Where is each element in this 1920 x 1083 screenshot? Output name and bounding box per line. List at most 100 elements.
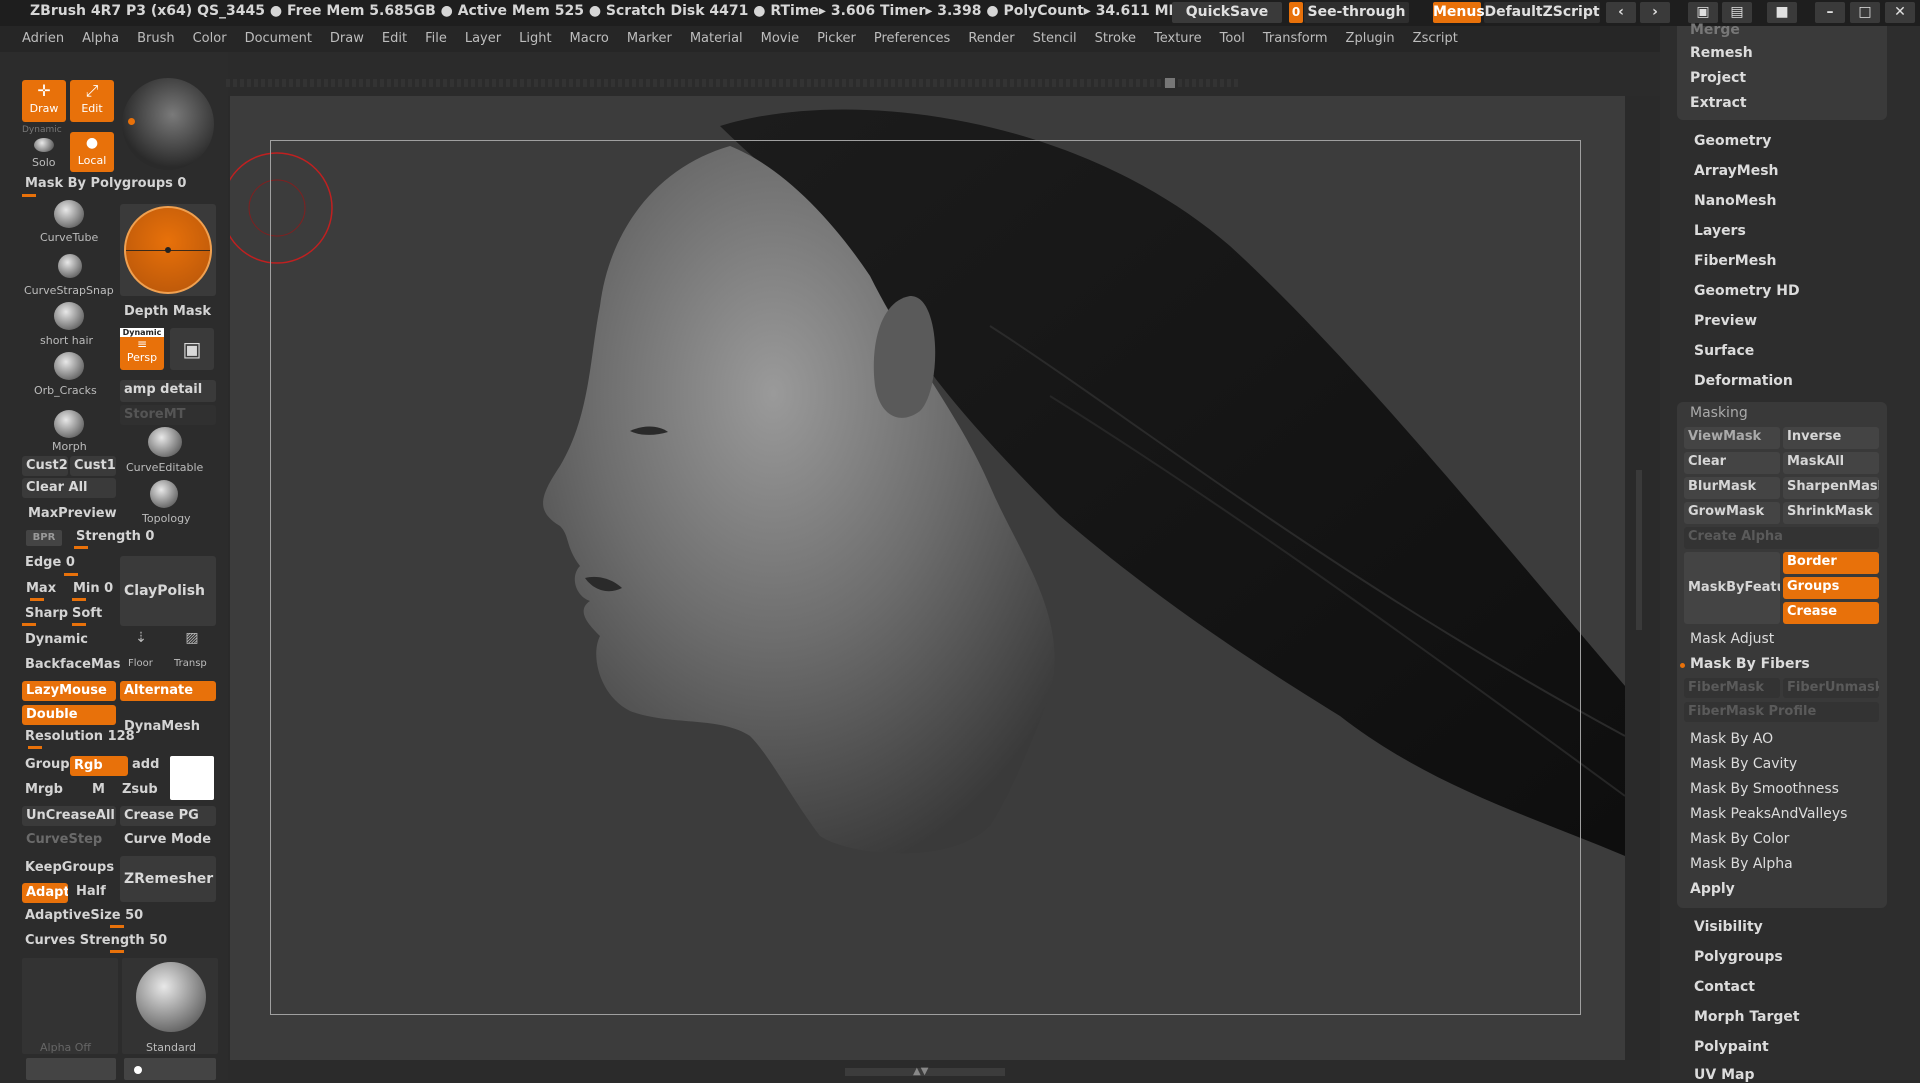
dynamic-button[interactable]: Dynamic [25,632,88,647]
extract-item[interactable]: Extract [1690,95,1747,111]
menu-tool[interactable]: Tool [1211,26,1254,52]
mask-adjust-item[interactable]: Mask Adjust [1690,631,1774,647]
cust1-button[interactable]: Cust1 [70,456,116,476]
dynamesh-button[interactable]: DynaMesh [124,719,200,734]
persp-button[interactable]: Dynamic ≡ Persp [120,328,164,370]
solo-button[interactable]: Solo [22,134,66,172]
seethrough-slider[interactable]: See-through [1304,2,1409,23]
groups-toggle[interactable]: Groups [1783,577,1879,599]
nanomesh-section[interactable]: NanoMesh [1694,193,1776,209]
menu-picker[interactable]: Picker [808,26,865,52]
edit-button[interactable]: ⤢ Edit [70,80,114,122]
curvestep-slider[interactable]: CurveStep [26,832,102,847]
add-button[interactable]: add [132,757,159,772]
quicksave-button[interactable]: QuickSave [1172,2,1282,23]
uv-map-section[interactable]: UV Map [1694,1067,1754,1083]
zsub-button[interactable]: Zsub [122,782,158,797]
mask-by-ao-item[interactable]: Mask By AO [1690,731,1773,747]
half-button[interactable]: Half [76,884,106,899]
create-alpha-button[interactable]: Create Alpha [1684,527,1879,549]
brush-curvestrapsnap[interactable]: CurveStrapSnap [22,252,118,300]
camera-icon[interactable]: ▣ [170,328,214,370]
mask-by-polygroups-slider[interactable]: Mask By Polygroups 0 [25,176,186,191]
viewmask-button[interactable]: ViewMask [1684,427,1780,449]
timeline-handle[interactable] [1165,78,1175,88]
edge-slider[interactable]: Edge 0 [25,555,75,570]
menu-movie[interactable]: Movie [752,26,808,52]
mask-by-fibers-item[interactable]: Mask By Fibers [1690,656,1810,672]
menu-alpha[interactable]: Alpha [73,26,128,52]
menus-button[interactable]: Menus [1433,2,1485,23]
backfacemask-button[interactable]: BackfaceMas [25,657,120,672]
lazymouse-button[interactable]: LazyMouse [22,681,116,701]
menu-preferences[interactable]: Preferences [865,26,959,52]
layout-icon[interactable]: ▣ [1688,2,1718,23]
surface-section[interactable]: Surface [1694,343,1754,359]
scroll-right-icon[interactable]: › [1640,2,1670,23]
menu-texture[interactable]: Texture [1145,26,1211,52]
menu-document[interactable]: Document [236,26,321,52]
menu-zplugin[interactable]: Zplugin [1337,26,1404,52]
clear-all-button[interactable]: Clear All [22,478,116,498]
max-slider[interactable]: Max [26,581,56,596]
fibermask-button[interactable]: FiberMask [1684,678,1780,698]
zremesher-button[interactable]: ZRemesher [120,856,216,902]
depth-mask-label[interactable]: Depth Mask [124,304,211,319]
restore-icon[interactable]: □ [1850,2,1880,23]
cust2-button[interactable]: Cust2 [22,456,68,476]
sharpenmask-button[interactable]: SharpenMask [1783,477,1879,499]
depth-mask-panel[interactable] [120,204,216,296]
brush-short-hair[interactable]: short hair [22,300,118,348]
maskall-button[interactable]: MaskAll [1783,452,1879,474]
layers-section[interactable]: Layers [1694,223,1746,239]
maskbyfeature-button[interactable]: MaskByFeatu [1684,552,1780,624]
color-thumbnail[interactable] [124,1058,216,1080]
menu-light[interactable]: Light [510,26,560,52]
draw-button[interactable]: ✛ Draw [22,80,66,122]
curves-strength-slider[interactable]: Curves Strength 50 [25,933,167,948]
blurmask-button[interactable]: BlurMask [1684,477,1780,499]
bpr-button[interactable]: BPR [26,530,62,546]
morph-target-section[interactable]: Morph Target [1694,1009,1800,1025]
storemt-button[interactable]: StoreMT [120,405,216,425]
masking-title[interactable]: Masking [1690,405,1748,421]
floor-button[interactable]: ⇣ Floor [124,630,158,670]
adapt-button[interactable]: Adapt [22,883,68,903]
defaultzscript-button[interactable]: DefaultZScript [1484,2,1600,23]
topology-button[interactable]: Topology [136,478,216,526]
min-slider[interactable]: Min 0 [73,581,113,596]
texture-thumbnail[interactable] [26,1058,116,1080]
menu-color[interactable]: Color [184,26,236,52]
close-icon[interactable]: ✕ [1885,2,1915,23]
geometry-section[interactable]: Geometry [1694,133,1771,149]
mask-peaksandvalleys-item[interactable]: Mask PeaksAndValleys [1690,806,1847,822]
menu-edit[interactable]: Edit [373,26,416,52]
menu-marker[interactable]: Marker [618,26,681,52]
brush-morph[interactable]: Morph [22,408,118,456]
growmask-button[interactable]: GrowMask [1684,502,1780,524]
strength-slider[interactable]: Strength 0 [76,529,154,544]
mask-by-color-item[interactable]: Mask By Color [1690,831,1789,847]
transp-button[interactable]: ▨ Transp [172,630,212,670]
alpha-off-thumbnail[interactable]: Alpha Off [22,958,118,1054]
curve-editable-button[interactable]: CurveEditable [126,425,216,474]
fibermesh-section[interactable]: FiberMesh [1694,253,1777,269]
fibermask-profile-button[interactable]: FiberMask Profile [1684,702,1879,722]
color-swatch[interactable] [170,756,214,800]
keepgroups-button[interactable]: KeepGroups [25,860,114,875]
apply-item[interactable]: Apply [1690,881,1735,897]
crease-pg-button[interactable]: Crease PG [120,806,216,826]
menu-adrien[interactable]: Adrien [0,26,73,52]
alternate-button[interactable]: Alternate [120,681,216,701]
shrinkmask-button[interactable]: ShrinkMask [1783,502,1879,524]
inverse-button[interactable]: Inverse [1783,427,1879,449]
scroll-left-icon[interactable]: ‹ [1606,2,1636,23]
right-panel-divider[interactable] [1636,470,1642,630]
preview-section[interactable]: Preview [1694,313,1757,329]
menu-draw[interactable]: Draw [321,26,373,52]
menu-brush[interactable]: Brush [128,26,184,52]
contact-section[interactable]: Contact [1694,979,1755,995]
palette-icon[interactable]: ▤ [1722,2,1752,23]
menu-render[interactable]: Render [959,26,1023,52]
maxpreview-button[interactable]: MaxPreview [28,506,117,521]
